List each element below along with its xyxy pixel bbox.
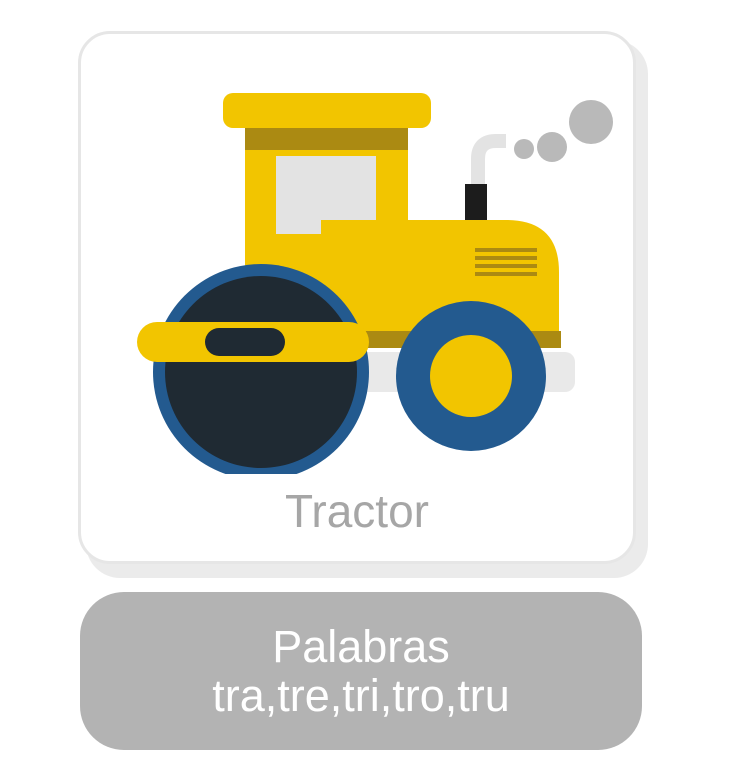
picture-card[interactable]: Tractor [78, 31, 636, 564]
label-syllables: tra,tre,tri,tro,tru [212, 670, 510, 721]
label-title: Palabras [272, 620, 450, 672]
smoke-puff-medium [537, 132, 567, 162]
roller-bar-slot [205, 328, 285, 356]
smoke-puff-small [514, 139, 534, 159]
exhaust-base [465, 184, 487, 222]
smoke-puff-large [569, 100, 613, 144]
cab-roof [223, 93, 431, 128]
rear-wheel-hub [430, 335, 512, 417]
syllables-label[interactable]: Palabras tra,tre,tri,tro,tru [80, 592, 642, 750]
tractor-icon [137, 93, 613, 474]
card-caption: Tractor [285, 485, 429, 537]
roller-drum [165, 276, 357, 468]
roof-band [245, 128, 408, 150]
exhaust-pipe [471, 134, 506, 184]
